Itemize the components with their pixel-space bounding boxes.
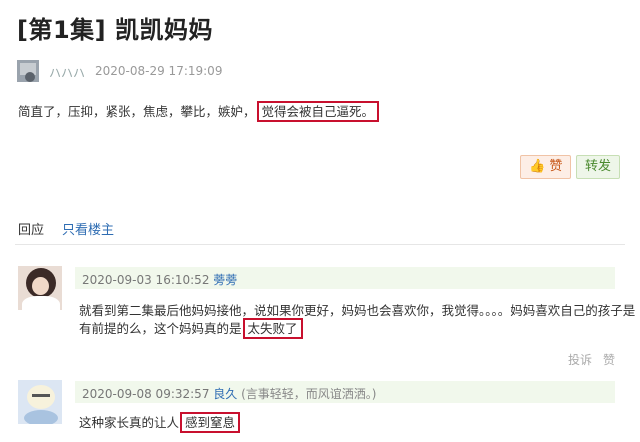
thumbs-up-icon: 👍 [529, 159, 546, 174]
comment-highlight: 感到窒息 [180, 412, 241, 433]
commenter-name-link[interactable]: 良久 [213, 387, 237, 401]
post-body-text: 简直了，压抑，紧张，焦虑，攀比，嫉妒， [18, 104, 256, 119]
comment-meta: 2020-09-03 16:10:52 蒡蒡 [82, 271, 237, 288]
share-button[interactable]: 转发 [576, 155, 621, 179]
comment-meta: 2020-09-08 09:32:57 良久 (言事轻轻，而风谊洒洒。) [82, 385, 377, 402]
post-body-highlight: 觉得会被自己逼死。 [256, 101, 380, 122]
comment-text-line: 就看到第二集最后他妈妈接他，说如果你更好，妈妈也会喜欢你，我觉得。。。。妈妈喜欢… [79, 303, 636, 318]
commenter-signature: (言事轻轻，而风谊洒洒。) [241, 387, 377, 401]
author-name-link[interactable]: ハハハ [49, 64, 85, 81]
comment-timestamp: 2020-09-08 09:32:57 [82, 387, 210, 401]
report-link[interactable]: 投诉 [568, 351, 592, 368]
comment-timestamp: 2020-09-03 16:10:52 [82, 273, 210, 287]
author-avatar[interactable] [17, 60, 39, 82]
like-button-label: 赞 [549, 159, 563, 174]
commenter-name-link[interactable]: 蒡蒡 [213, 273, 237, 287]
tab-reply[interactable]: 回应 [18, 219, 44, 238]
comment-text: 就看到第二集最后他妈妈接他，说如果你更好，妈妈也会喜欢你，我觉得。。。。妈妈喜欢… [79, 302, 636, 339]
post-timestamp: 2020-08-29 17:19:09 [95, 64, 223, 78]
comment-highlight: 太失败了 [242, 318, 303, 339]
divider [15, 244, 625, 245]
commenter-avatar[interactable] [18, 266, 62, 310]
commenter-avatar[interactable] [18, 380, 62, 424]
comment-like-link[interactable]: 赞 [603, 351, 615, 368]
tab-only-op[interactable]: 只看楼主 [62, 219, 114, 238]
page-title: [第1集] 凯凯妈妈 [17, 16, 213, 44]
post-body: 简直了，压抑，紧张，焦虑，攀比，嫉妒， 觉得会被自己逼死。 [18, 101, 380, 122]
comment-text-line: 有前提的么，这个妈妈真的是 太失败了 [79, 318, 635, 339]
like-button[interactable]: 👍 赞 [520, 155, 572, 179]
comment-text: 这种家长真的让人 感到窒息 [79, 412, 241, 433]
